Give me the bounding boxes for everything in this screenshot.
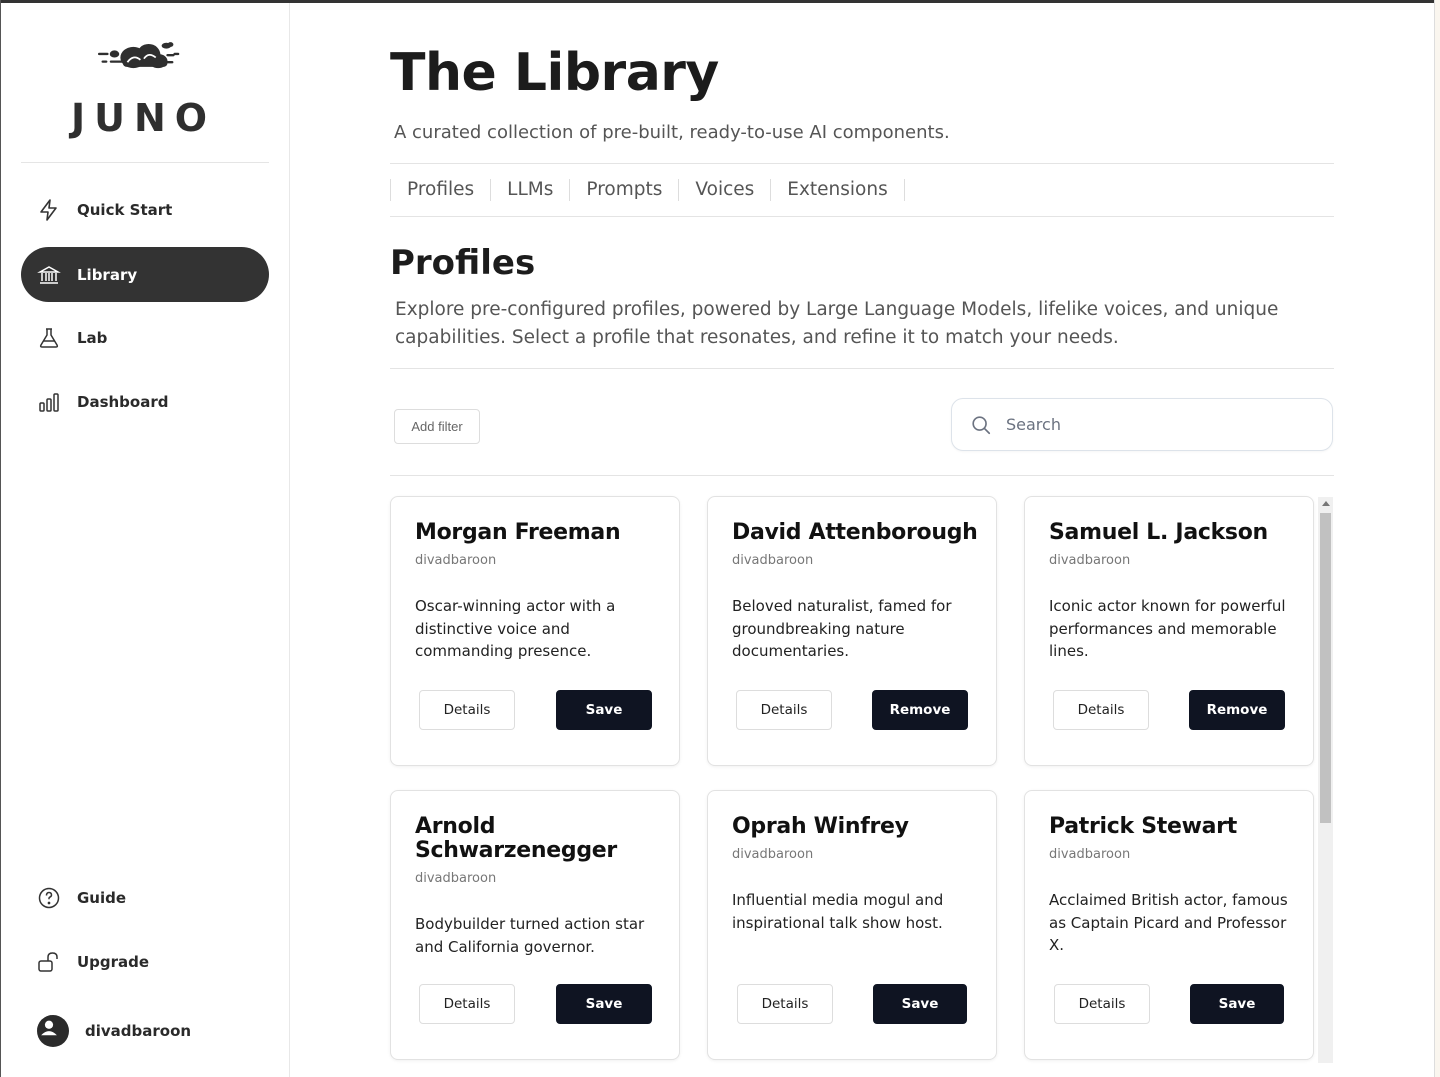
sidebar-item-guide[interactable]: Guide	[21, 870, 269, 925]
unlock-icon	[38, 951, 58, 972]
divider	[390, 368, 1334, 369]
tab-extensions[interactable]: Extensions	[770, 179, 905, 201]
sidebar-item-label: Library	[77, 265, 138, 284]
profile-author: divadbaroon	[732, 553, 814, 568]
remove-button[interactable]: Remove	[1189, 690, 1285, 730]
sidebar-item-quick-start[interactable]: Quick Start	[21, 182, 269, 237]
profile-author: divadbaroon	[1049, 553, 1131, 568]
avatar-icon	[37, 1014, 69, 1047]
profile-description: Acclaimed British actor, famous as Capta…	[1049, 891, 1288, 954]
profile-author: divadbaroon	[1049, 847, 1131, 862]
sidebar-divider	[21, 162, 269, 163]
cards-scrollbar[interactable]	[1318, 497, 1333, 1063]
help-circle-icon	[38, 887, 60, 908]
sidebar-item-label: Upgrade	[77, 952, 150, 971]
tab-voices[interactable]: Voices	[678, 179, 770, 201]
profile-author: divadbaroon	[415, 871, 497, 886]
profile-description: Iconic actor known for powerful performa…	[1049, 597, 1286, 660]
profile-name: David Attenborough	[732, 520, 978, 545]
save-button[interactable]: Save	[1190, 984, 1284, 1024]
details-button[interactable]: Details	[1054, 984, 1150, 1024]
tab-llms[interactable]: LLMs	[490, 179, 569, 201]
sidebar-item-library[interactable]: Library	[21, 247, 269, 302]
sidebar-item-label: Lab	[77, 328, 108, 347]
page-title: The Library	[390, 43, 719, 103]
add-filter-button[interactable]: Add filter	[394, 409, 480, 444]
profile-name: Samuel L. Jackson	[1049, 520, 1268, 545]
details-button[interactable]: Details	[419, 690, 515, 730]
flask-icon	[39, 327, 59, 348]
sidebar-item-lab[interactable]: Lab	[21, 310, 269, 365]
search-input[interactable]	[1006, 415, 1306, 434]
section-description: Explore pre-configured profiles, powered…	[395, 299, 1279, 348]
library-tabs: Profiles LLMs Prompts Voices Extensions	[390, 175, 905, 205]
user-name: divadbaroon	[85, 1021, 192, 1040]
bar-chart-icon	[39, 392, 59, 412]
profile-description: Influential media mogul and inspirationa…	[732, 891, 944, 932]
details-button[interactable]: Details	[1053, 690, 1149, 730]
sidebar-item-label: Dashboard	[77, 392, 169, 411]
sidebar: JUNO Quick Start Library Lab Dashboard G…	[1, 3, 290, 1077]
profile-card: Oprah Winfrey divadbaroon Influential me…	[707, 790, 997, 1060]
scroll-up-arrow-icon[interactable]	[1322, 501, 1330, 506]
profile-name: Oprah Winfrey	[732, 814, 909, 839]
details-button[interactable]: Details	[736, 690, 832, 730]
section-title: Profiles	[390, 243, 536, 283]
profile-card: Arnold Schwarzenegger divadbaroon Bodybu…	[390, 790, 680, 1060]
juno-cloud-logo	[97, 42, 180, 69]
profile-description: Bodybuilder turned action star and Calif…	[415, 915, 645, 956]
profile-name: Morgan Freeman	[415, 520, 621, 545]
save-button[interactable]: Save	[556, 690, 652, 730]
window-right-edge	[1434, 0, 1440, 1077]
sidebar-item-upgrade[interactable]: Upgrade	[21, 934, 269, 989]
profile-card: David Attenborough divadbaroon Beloved n…	[707, 496, 997, 766]
sidebar-item-label: Guide	[77, 888, 127, 907]
lightning-icon	[40, 198, 57, 221]
divider	[390, 475, 1334, 476]
remove-button[interactable]: Remove	[872, 690, 968, 730]
sidebar-item-dashboard[interactable]: Dashboard	[21, 374, 269, 429]
profile-card: Morgan Freeman divadbaroon Oscar-winning…	[390, 496, 680, 766]
page-subtitle: A curated collection of pre-built, ready…	[394, 122, 950, 143]
search-box[interactable]	[951, 398, 1333, 451]
profile-author: divadbaroon	[732, 847, 814, 862]
details-button[interactable]: Details	[737, 984, 833, 1024]
user-profile[interactable]: divadbaroon	[21, 1003, 269, 1058]
profile-description: Oscar-winning actor with a distinctive v…	[415, 597, 616, 660]
bank-icon	[37, 265, 61, 284]
logo-text: JUNO	[71, 96, 217, 140]
details-button[interactable]: Details	[419, 984, 515, 1024]
sidebar-item-label: Quick Start	[77, 200, 173, 219]
tab-prompts[interactable]: Prompts	[569, 179, 678, 201]
profile-card: Patrick Stewart divadbaroon Acclaimed Br…	[1024, 790, 1314, 1060]
divider	[390, 163, 1334, 164]
save-button[interactable]: Save	[873, 984, 967, 1024]
profile-author: divadbaroon	[415, 553, 497, 568]
save-button[interactable]: Save	[556, 984, 652, 1024]
profile-card: Samuel L. Jackson divadbaroon Iconic act…	[1024, 496, 1314, 766]
divider	[390, 216, 1334, 217]
profile-name: Patrick Stewart	[1049, 814, 1237, 839]
search-icon	[972, 415, 991, 434]
scrollbar-thumb[interactable]	[1320, 513, 1331, 823]
tab-profiles[interactable]: Profiles	[390, 179, 490, 201]
profile-name: Arnold Schwarzenegger	[415, 814, 617, 863]
profile-description: Beloved naturalist, famed for groundbrea…	[732, 597, 952, 660]
